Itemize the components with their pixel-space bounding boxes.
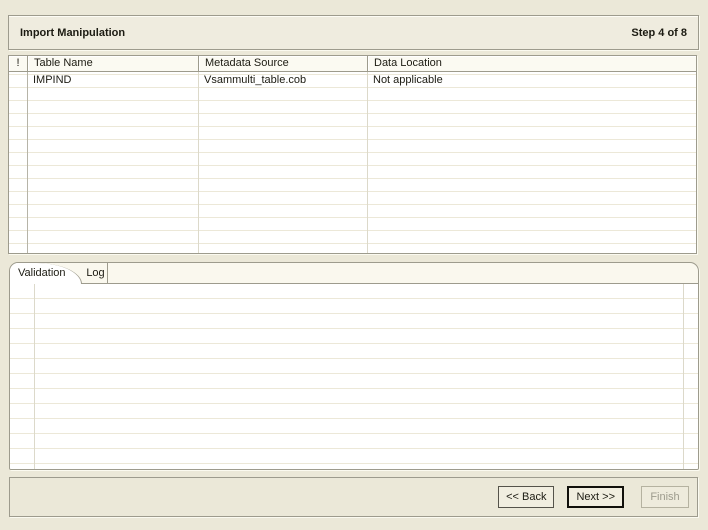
panel-column-divider-left <box>34 284 35 469</box>
wizard-header: Import Manipulation Step 4 of 8 <box>8 15 699 50</box>
cell-data-location: Not applicable <box>373 74 443 86</box>
validation-log-tabfolder: Validation Log <box>9 262 699 470</box>
column-divider-location <box>367 72 368 253</box>
column-header-alert[interactable]: ! <box>9 56 27 71</box>
tab-divider <box>107 263 108 283</box>
back-button[interactable]: << Back <box>498 486 555 508</box>
column-divider-metadata <box>198 72 199 253</box>
column-header-metadata-source[interactable]: Metadata Source <box>198 56 367 71</box>
import-tables-grid: ! Table Name Metadata Source Data Locati… <box>8 55 697 254</box>
cell-alert <box>9 72 27 88</box>
table-row[interactable]: IMPIND Vsammulti_table.cob Not applicabl… <box>9 72 696 88</box>
cell-metadata-source: Vsammulti_table.cob <box>204 74 307 86</box>
finish-button[interactable]: Finish <box>641 486 689 508</box>
tab-bar: Validation Log <box>10 263 698 284</box>
validation-panel <box>10 283 698 469</box>
panel-column-divider-right <box>683 284 684 469</box>
column-header-table-name[interactable]: Table Name <box>27 56 198 71</box>
tab-validation[interactable]: Validation <box>10 263 82 284</box>
cell-table-name: IMPIND <box>33 74 72 86</box>
wizard-dialog: { "wizard": { "title": "Import Manipulat… <box>0 0 708 530</box>
next-button[interactable]: Next >> <box>567 486 624 508</box>
wizard-button-bar: << Back Next >> Finish <box>9 477 698 517</box>
column-divider-alert <box>27 72 28 253</box>
tab-log[interactable]: Log <box>84 263 107 283</box>
step-indicator: Step 4 of 8 <box>631 26 687 39</box>
table-header-row: ! Table Name Metadata Source Data Locati… <box>9 56 696 72</box>
page-title: Import Manipulation <box>20 26 126 39</box>
table-body: IMPIND Vsammulti_table.cob Not applicabl… <box>9 72 696 253</box>
column-header-data-location[interactable]: Data Location <box>367 56 696 71</box>
